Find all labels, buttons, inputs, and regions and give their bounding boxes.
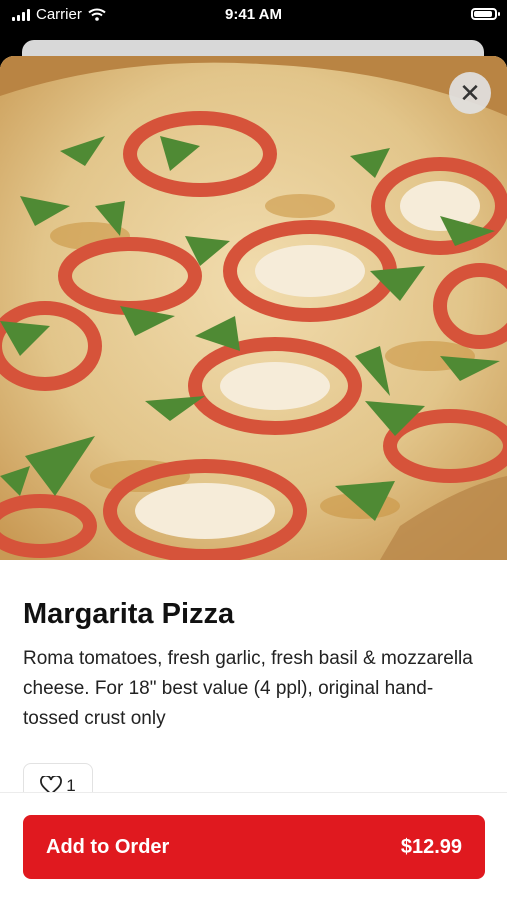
close-icon: ✕ (459, 78, 481, 108)
bottom-bar: Add to Order $12.99 (0, 792, 507, 900)
status-time: 9:41 AM (225, 6, 282, 23)
close-button[interactable]: ✕ (449, 72, 491, 114)
price-label: $12.99 (400, 835, 462, 858)
product-description: Roma tomatoes, fresh garlic, fresh basil… (23, 648, 473, 729)
add-to-order-button[interactable]: Add to Order $12.99 (23, 815, 485, 879)
product-image: ✕ (0, 56, 507, 560)
battery-fill (474, 11, 492, 17)
battery-icon (471, 8, 500, 20)
pizza-photo (0, 56, 507, 560)
product-sheet: ✕ Margarita Pizza Roma tomatoes, fresh g… (0, 56, 507, 900)
product-title: Margarita Pizza (23, 598, 235, 630)
status-bar: Carrier 9:41 AM (0, 0, 507, 32)
add-to-order-label: Add to Order (46, 835, 170, 858)
